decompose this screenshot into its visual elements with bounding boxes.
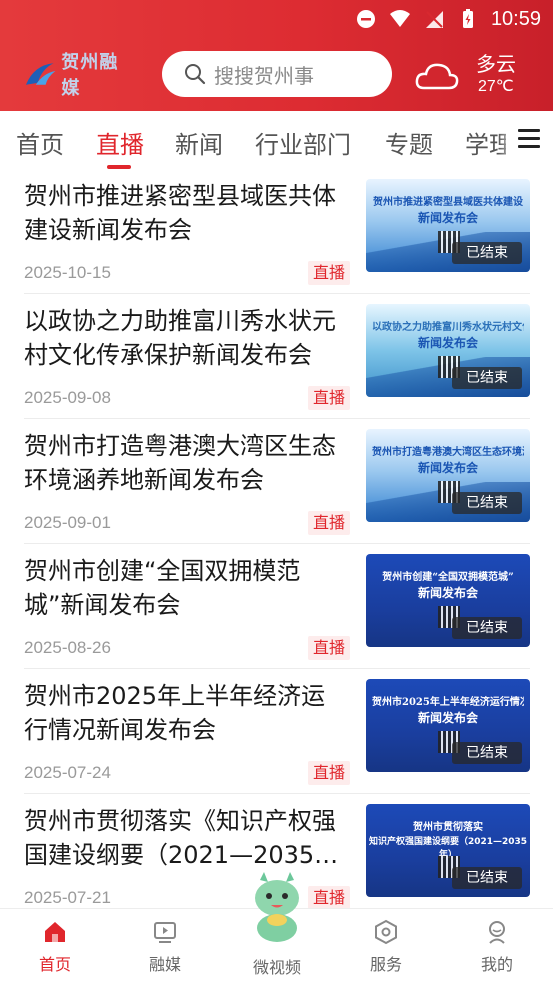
news-thumbnail: 贺州市打造粤港澳大湾区生态环境涵养地 新闻发布会 已结束 bbox=[366, 429, 530, 522]
list-item[interactable]: 以政协之力助推富川秀水状元村文化传承保护新闻发布会 2025-09-08 直播 … bbox=[0, 300, 553, 425]
nav-profile-label: 我的 bbox=[480, 955, 513, 974]
news-thumbnail: 贺州市贯彻落实 知识产权强国建设纲要（2021—2035年） 已结束 bbox=[366, 804, 530, 897]
live-badge: 直播 bbox=[308, 761, 350, 785]
tab-topics[interactable]: 专题 bbox=[385, 125, 433, 160]
ended-label: 已结束 bbox=[452, 867, 522, 889]
news-thumbnail: 以政协之力助推富川秀水状元村文化传承保护 新闻发布会 已结束 bbox=[366, 304, 530, 397]
weather-widget[interactable]: 多云 27℃ bbox=[414, 48, 544, 98]
ended-label: 已结束 bbox=[452, 742, 522, 764]
search-icon bbox=[185, 64, 206, 85]
nav-media[interactable]: 融媒 bbox=[130, 919, 200, 975]
news-title: 贺州市创建“全国双拥模范城”新闻发布会 bbox=[24, 557, 301, 619]
wifi-icon bbox=[389, 10, 410, 27]
thumb-title: 贺州市打造粤港澳大湾区生态环境涵养地 bbox=[372, 447, 524, 458]
news-title: 以政协之力助推富川秀水状元村文化传承保护新闻发布会 bbox=[24, 307, 336, 369]
ended-label: 已结束 bbox=[452, 367, 522, 389]
nav-micro-video-label[interactable]: 微视频 bbox=[236, 954, 318, 978]
news-thumbnail: 贺州市2025年上半年经济运行情况 新闻发布会 已结束 bbox=[366, 679, 530, 772]
search-bar[interactable]: 搜搜贺州事 bbox=[162, 51, 392, 97]
logo-mark-icon bbox=[25, 63, 56, 85]
live-badge: 直播 bbox=[308, 636, 350, 660]
nav-home-label: 首页 bbox=[38, 955, 71, 974]
ended-label: 已结束 bbox=[452, 617, 522, 639]
live-badge: 直播 bbox=[308, 386, 350, 410]
news-date: 2025-09-08 bbox=[24, 388, 111, 407]
thumb-subtitle: 新闻发布会 bbox=[417, 711, 478, 725]
profile-icon bbox=[489, 921, 505, 944]
service-icon bbox=[375, 919, 397, 945]
tab-departments[interactable]: 行业部门 bbox=[255, 125, 351, 160]
tab-home[interactable]: 首页 bbox=[16, 125, 64, 160]
nav-service[interactable]: 服务 bbox=[351, 919, 421, 975]
divider bbox=[24, 668, 530, 669]
news-date: 2025-09-01 bbox=[24, 513, 111, 532]
nav-profile[interactable]: 我的 bbox=[462, 919, 532, 975]
channel-menu-icon[interactable] bbox=[518, 129, 540, 151]
news-title: 贺州市打造粤港澳大湾区生态环境涵养地新闻发布会 bbox=[24, 432, 336, 494]
divider bbox=[24, 793, 530, 794]
live-news-list: 贺州市推进紧密型县域医共体建设新闻发布会 2025-10-15 直播 贺州市推进… bbox=[0, 173, 553, 908]
thumb-title: 贺州市2025年上半年经济运行情况 bbox=[372, 697, 524, 708]
thumb-title: 以政协之力助推富川秀水状元村文化传承保护 bbox=[372, 322, 524, 333]
list-item[interactable]: 贺州市推进紧密型县域医共体建设新闻发布会 2025-10-15 直播 贺州市推进… bbox=[0, 175, 553, 300]
search-placeholder: 搜搜贺州事 bbox=[214, 63, 314, 88]
news-title: 贺州市2025年上半年经济运行情况新闻发布会 bbox=[24, 682, 326, 744]
divider bbox=[24, 293, 530, 294]
media-icon bbox=[154, 922, 176, 943]
ended-label: 已结束 bbox=[452, 492, 522, 514]
thumb-subtitle: 新闻发布会 bbox=[417, 461, 478, 475]
app-header: 10:59 贺州融媒 搜搜贺州事 多云 27℃ bbox=[0, 0, 553, 111]
news-thumbnail: 贺州市创建“全国双拥模范城” 新闻发布会 已结束 bbox=[366, 554, 530, 647]
live-badge: 直播 bbox=[308, 886, 350, 908]
status-bar: 10:59 bbox=[355, 6, 541, 32]
app-root: 10:59 贺州融媒 搜搜贺州事 多云 27℃ 首页 直播 新闻 行业部门 专题… bbox=[0, 0, 553, 983]
news-title: 贺州市推进紧密型县域医共体建设新闻发布会 bbox=[24, 182, 336, 244]
list-item[interactable]: 贺州市2025年上半年经济运行情况新闻发布会 2025-07-24 直播 贺州市… bbox=[0, 675, 553, 800]
no-signal-icon bbox=[425, 11, 443, 28]
home-icon bbox=[45, 922, 65, 942]
do-not-disturb-icon bbox=[356, 10, 375, 28]
nav-media-label: 融媒 bbox=[148, 955, 181, 974]
news-date: 2025-10-15 bbox=[24, 263, 111, 282]
divider bbox=[24, 418, 530, 419]
battery-charging-icon bbox=[462, 9, 473, 28]
live-badge: 直播 bbox=[308, 511, 350, 535]
news-title: 贺州市贯彻落实《知识产权强国建设纲要（2021—2035年）》 bbox=[24, 807, 336, 869]
thumb-subtitle: 新闻发布会 bbox=[417, 211, 478, 225]
news-thumbnail: 贺州市推进紧密型县域医共体建设 新闻发布会 已结束 bbox=[366, 179, 530, 272]
ended-label: 已结束 bbox=[452, 242, 522, 264]
news-date: 2025-07-24 bbox=[24, 763, 111, 782]
mascot-icon[interactable] bbox=[246, 870, 308, 944]
thumb-title: 贺州市贯彻落实 bbox=[413, 822, 483, 833]
news-date: 2025-08-26 bbox=[24, 638, 111, 657]
list-item[interactable]: 贺州市打造粤港澳大湾区生态环境涵养地新闻发布会 2025-09-01 直播 贺州… bbox=[0, 425, 553, 550]
active-tab-indicator bbox=[107, 165, 131, 169]
divider bbox=[24, 543, 530, 544]
nav-service-label: 服务 bbox=[369, 955, 402, 974]
weather-temperature: 27℃ bbox=[478, 78, 514, 95]
thumb-subtitle: 新闻发布会 bbox=[417, 336, 478, 350]
list-item[interactable]: 贺州市创建“全国双拥模范城”新闻发布会 2025-08-26 直播 贺州市创建“… bbox=[0, 550, 553, 675]
tab-news[interactable]: 新闻 bbox=[175, 125, 223, 160]
live-badge: 直播 bbox=[308, 261, 350, 285]
tab-live[interactable]: 直播 bbox=[96, 125, 144, 160]
weather-condition: 多云 bbox=[476, 52, 516, 76]
thumb-subtitle: 新闻发布会 bbox=[417, 586, 478, 600]
app-logo[interactable]: 贺州融媒 bbox=[24, 52, 136, 99]
status-time: 10:59 bbox=[490, 7, 541, 30]
logo-text: 贺州融媒 bbox=[61, 52, 119, 99]
nav-home[interactable]: 首页 bbox=[20, 919, 90, 975]
thumb-title: 贺州市推进紧密型县域医共体建设 bbox=[373, 197, 523, 208]
thumb-title: 贺州市创建“全国双拥模范城” bbox=[382, 572, 514, 583]
cloud-icon bbox=[415, 63, 459, 90]
news-date: 2025-07-21 bbox=[24, 888, 111, 907]
